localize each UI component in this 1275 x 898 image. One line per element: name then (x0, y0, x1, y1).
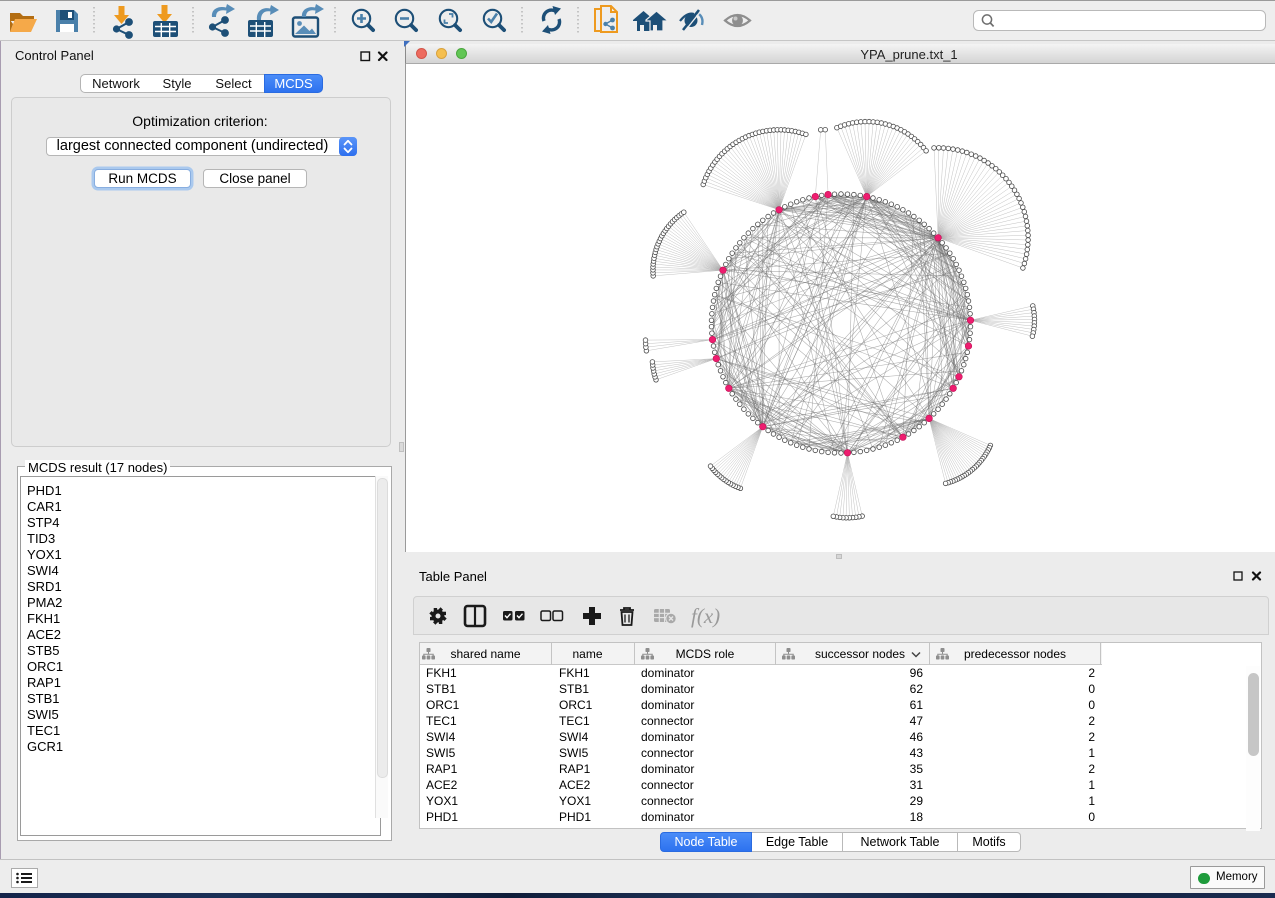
svg-text:f(x): f(x) (691, 604, 720, 628)
